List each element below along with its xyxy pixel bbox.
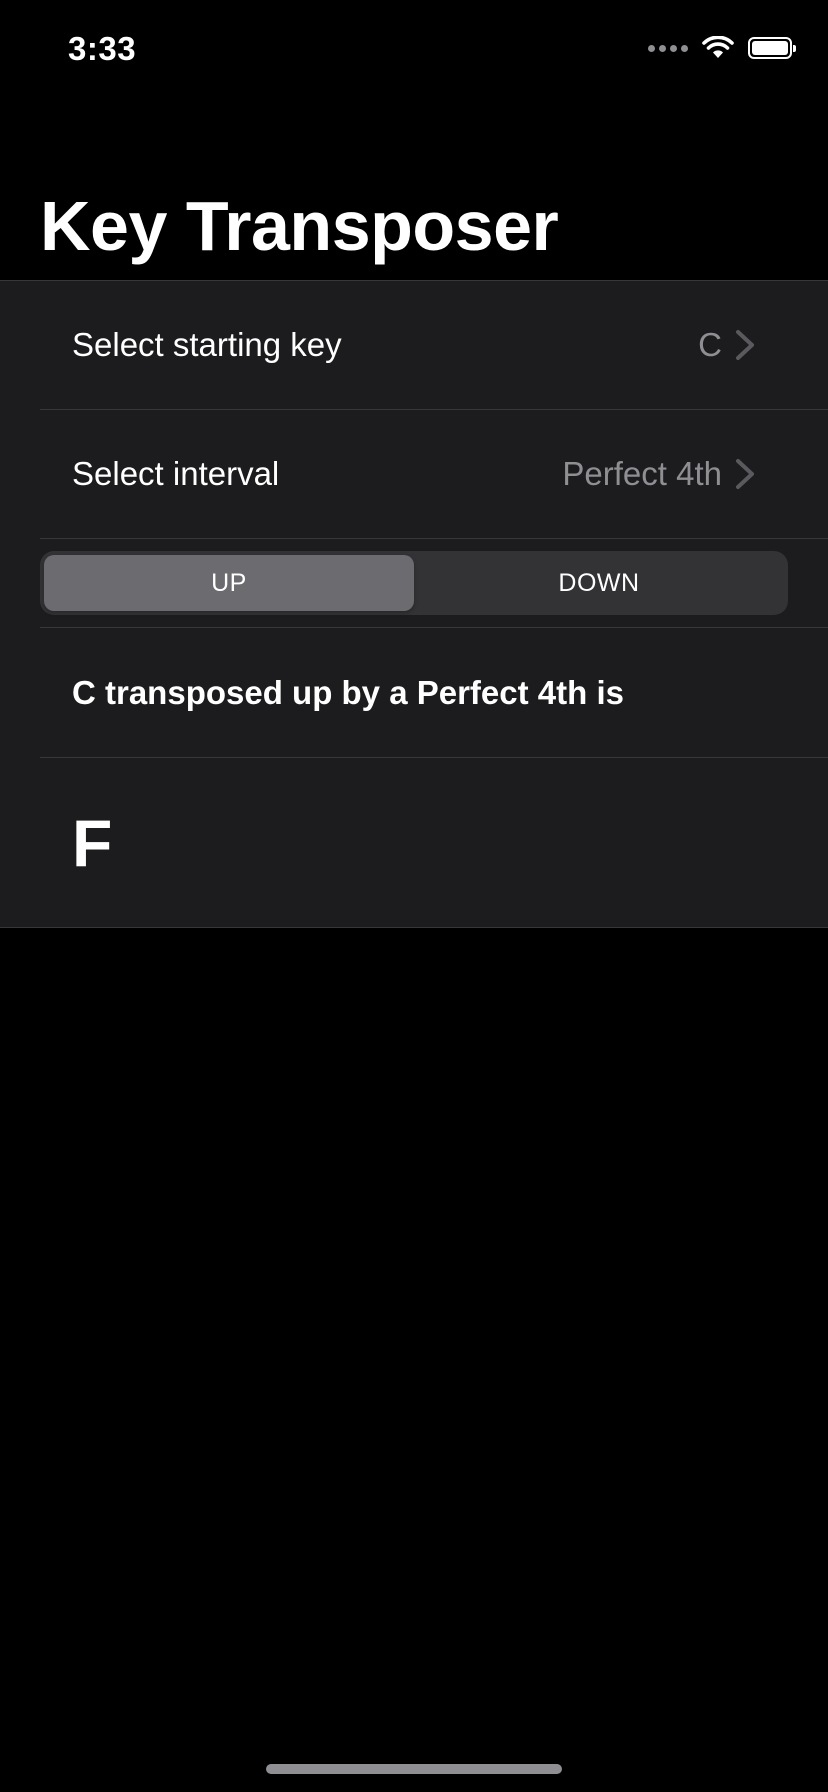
home-indicator[interactable] — [266, 1764, 562, 1774]
status-time: 3:33 — [68, 30, 137, 67]
result-key: F — [72, 805, 113, 880]
cellular-signal-icon — [648, 44, 688, 52]
transposer-form: Select starting key C Select interval Pe… — [0, 280, 828, 928]
segment-down[interactable]: DOWN — [414, 555, 784, 611]
battery-icon — [748, 37, 796, 59]
segment-up[interactable]: UP — [44, 555, 414, 611]
chevron-right-icon — [736, 459, 754, 489]
status-icons — [648, 36, 796, 60]
interval-value: Perfect 4th — [562, 455, 722, 492]
status-bar: 3:33 — [0, 0, 828, 100]
direction-segmented-control: UP DOWN — [40, 551, 788, 615]
result-key-row: F — [40, 758, 828, 927]
result-sentence-row: C transposed up by a Perfect 4th is — [40, 628, 828, 758]
interval-label: Select interval — [72, 455, 280, 492]
starting-key-label: Select starting key — [72, 326, 342, 363]
interval-row[interactable]: Select interval Perfect 4th — [40, 410, 828, 539]
direction-row: UP DOWN — [40, 539, 828, 628]
result-sentence: C transposed up by a Perfect 4th is — [72, 673, 624, 711]
page-title: Key Transposer — [40, 187, 559, 265]
wifi-icon — [702, 36, 734, 58]
chevron-right-icon — [736, 330, 754, 360]
starting-key-row[interactable]: Select starting key C — [40, 281, 828, 410]
starting-key-value: C — [698, 326, 722, 363]
